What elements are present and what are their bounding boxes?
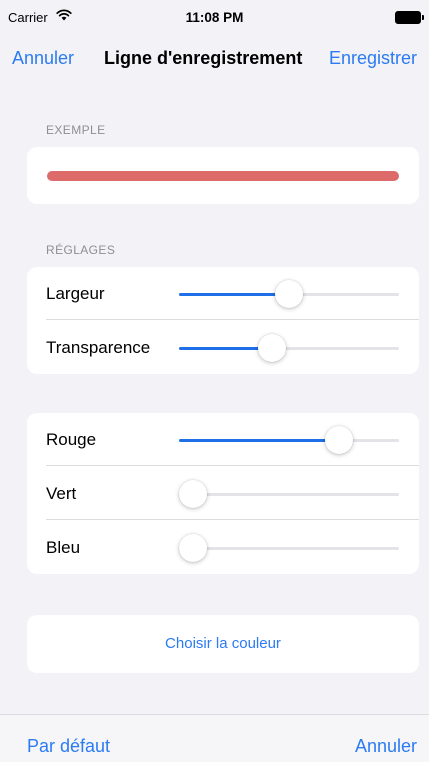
transparency-row: Transparence: [27, 321, 419, 374]
green-label: Vert: [46, 484, 77, 503]
transparency-slider[interactable]: [179, 321, 399, 374]
slider-thumb[interactable]: [179, 534, 207, 562]
toolbar-cancel-button[interactable]: Annuler: [355, 736, 417, 757]
green-row: Vert: [27, 467, 419, 520]
slider-fill: [179, 293, 289, 296]
cancel-button[interactable]: Annuler: [12, 48, 74, 69]
pick-color-button[interactable]: Choisir la couleur: [27, 615, 419, 673]
slider-thumb[interactable]: [275, 280, 303, 308]
transparency-label: Transparence: [46, 338, 151, 357]
blue-slider[interactable]: [179, 521, 399, 574]
save-button[interactable]: Enregistrer: [329, 48, 417, 69]
color-card: Rouge Vert Bleu: [27, 413, 419, 574]
clock: 11:08 PM: [185, 10, 244, 25]
slider-thumb[interactable]: [257, 334, 286, 362]
red-slider[interactable]: [179, 413, 399, 466]
pick-color-card: Choisir la couleur: [27, 615, 419, 673]
battery-icon: [395, 11, 424, 24]
slider-track: [179, 547, 399, 550]
slider-fill: [179, 439, 339, 442]
row-divider: [46, 465, 419, 466]
settings-card: Largeur Transparence: [27, 267, 419, 374]
sample-section-header: EXEMPLE: [46, 123, 106, 137]
slider-thumb[interactable]: [179, 480, 207, 508]
default-button[interactable]: Par défaut: [27, 736, 110, 757]
width-label: Largeur: [46, 284, 105, 303]
red-label: Rouge: [46, 430, 97, 449]
status-bar: Carrier 11:08 PM: [0, 0, 429, 34]
blue-label: Bleu: [46, 538, 81, 557]
sample-card: [27, 147, 419, 204]
green-slider[interactable]: [179, 467, 399, 520]
bottom-toolbar: Par défaut Annuler: [0, 714, 429, 762]
navigation-bar: Annuler Ligne d'enregistrement Enregistr…: [0, 44, 429, 74]
blue-row: Bleu: [27, 521, 419, 574]
row-divider: [46, 319, 419, 320]
sample-line-preview: [47, 171, 399, 181]
slider-track: [179, 493, 399, 496]
red-row: Rouge: [27, 413, 419, 466]
width-row: Largeur: [27, 267, 419, 320]
row-divider: [46, 519, 419, 520]
slider-thumb[interactable]: [324, 426, 353, 454]
settings-section-header: RÉGLAGES: [46, 243, 116, 257]
page-title: Ligne d'enregistrement: [104, 48, 303, 68]
width-slider[interactable]: [179, 267, 399, 320]
